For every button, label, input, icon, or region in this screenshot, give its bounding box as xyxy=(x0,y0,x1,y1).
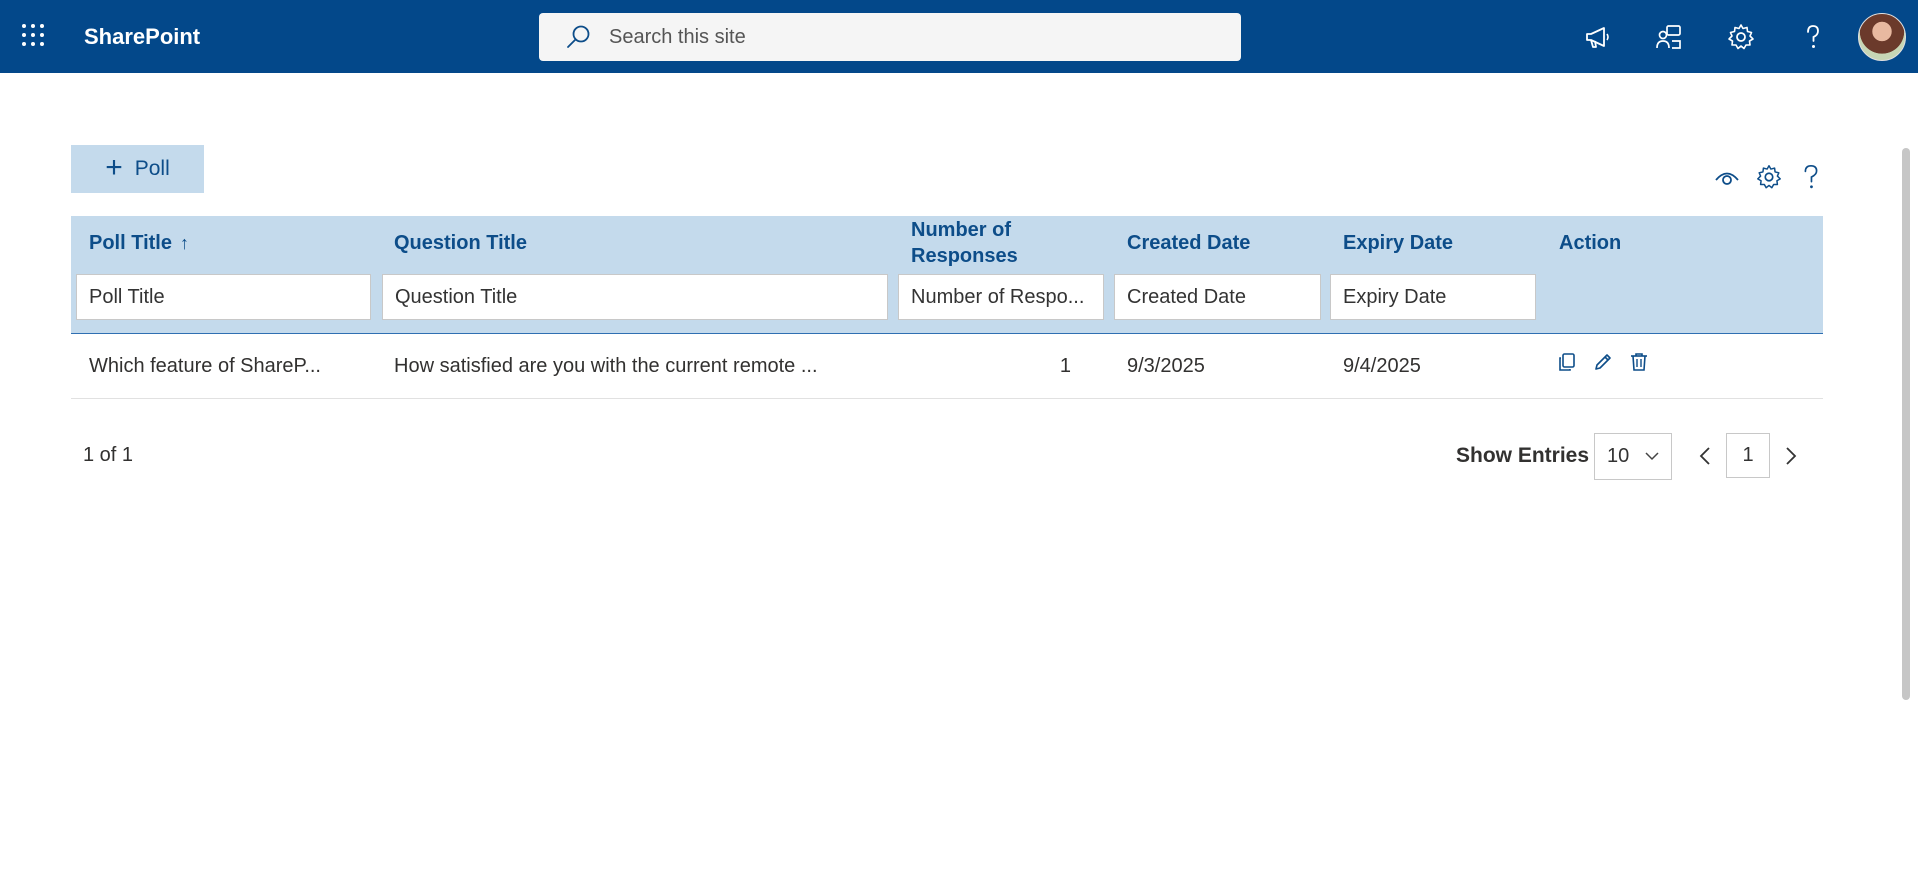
add-poll-label: Poll xyxy=(134,157,170,180)
help-icon[interactable] xyxy=(1796,162,1826,192)
column-header-poll-title[interactable]: Poll Title ↑ xyxy=(89,216,369,270)
copy-icon[interactable] xyxy=(1555,350,1579,374)
cell-poll-title: Which feature of ShareP... xyxy=(89,355,321,377)
plus-icon: + xyxy=(105,150,123,184)
app-brand[interactable]: SharePoint xyxy=(84,24,200,50)
filter-number-of-responses-input[interactable] xyxy=(898,274,1104,320)
filter-created-date-input[interactable] xyxy=(1114,274,1321,320)
filter-expiry-date-input[interactable] xyxy=(1330,274,1536,320)
next-page-button[interactable] xyxy=(1776,440,1806,472)
chevron-down-icon xyxy=(1645,452,1659,461)
gear-icon[interactable] xyxy=(1754,162,1784,192)
filter-question-title-input[interactable] xyxy=(382,274,888,320)
search-icon xyxy=(567,25,590,48)
suite-bar: SharePoint xyxy=(0,0,1918,73)
column-header-expiry-date[interactable]: Expiry Date xyxy=(1343,216,1543,270)
avatar[interactable] xyxy=(1858,13,1906,61)
grid-tools xyxy=(1712,162,1826,192)
eye-icon[interactable] xyxy=(1712,162,1742,192)
search-box[interactable] xyxy=(539,13,1241,61)
gear-icon[interactable] xyxy=(1724,20,1758,54)
megaphone-icon[interactable] xyxy=(1580,20,1614,54)
help-icon[interactable] xyxy=(1796,20,1830,54)
cell-question-title: How satisfied are you with the current r… xyxy=(394,355,818,377)
polls-table: Poll Title ↑ Question Title Number of Re… xyxy=(71,216,1823,399)
column-header-question-title[interactable]: Question Title xyxy=(394,216,874,270)
add-poll-button[interactable]: + Poll xyxy=(71,145,204,193)
chevron-left-icon xyxy=(1699,447,1710,465)
delete-trash-icon[interactable] xyxy=(1627,350,1651,374)
sort-ascending-icon: ↑ xyxy=(179,233,189,253)
pager-info: 1 of 1 xyxy=(83,444,134,466)
previous-page-button[interactable] xyxy=(1690,440,1720,472)
column-header-action: Action xyxy=(1559,232,1622,254)
feedback-icon[interactable] xyxy=(1652,20,1686,54)
filter-poll-title-input[interactable] xyxy=(76,274,371,320)
cell-expiry-date: 9/4/2025 xyxy=(1343,355,1421,377)
column-header-created-date[interactable]: Created Date xyxy=(1127,216,1327,270)
table-row[interactable]: Which feature of ShareP... How satisfied… xyxy=(71,334,1823,399)
vertical-scrollbar[interactable] xyxy=(1902,148,1910,700)
show-entries-label: Show Entries xyxy=(1456,444,1590,467)
waffle-icon[interactable] xyxy=(22,24,48,50)
entries-per-page-select[interactable]: 10 xyxy=(1594,433,1672,480)
cell-created-date: 9/3/2025 xyxy=(1127,355,1205,377)
search-input[interactable] xyxy=(609,25,1229,49)
cell-number-of-responses: 1 xyxy=(1059,355,1071,377)
edit-pencil-icon[interactable] xyxy=(1591,350,1615,374)
row-actions xyxy=(1555,350,1651,374)
chevron-right-icon xyxy=(1786,447,1797,465)
column-header-number-of-responses[interactable]: Number of Responses xyxy=(911,216,1071,270)
table-header: Poll Title ↑ Question Title Number of Re… xyxy=(71,216,1823,334)
page-number-button[interactable]: 1 xyxy=(1726,433,1770,478)
